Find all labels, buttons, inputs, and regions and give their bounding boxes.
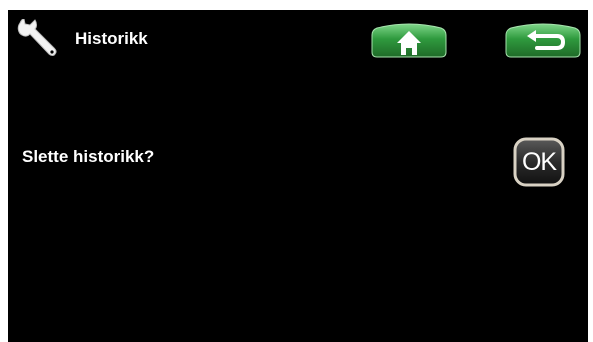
ok-label: OK [521,148,557,176]
screen: Historikk Slette historikk? OK [8,10,588,342]
delete-history-prompt: Slette historikk? [22,147,155,166]
home-button[interactable] [371,22,447,58]
page-title: Historikk [75,29,148,48]
back-button[interactable] [505,22,581,58]
wrench-icon [16,18,60,61]
ok-button[interactable]: OK [513,137,565,187]
